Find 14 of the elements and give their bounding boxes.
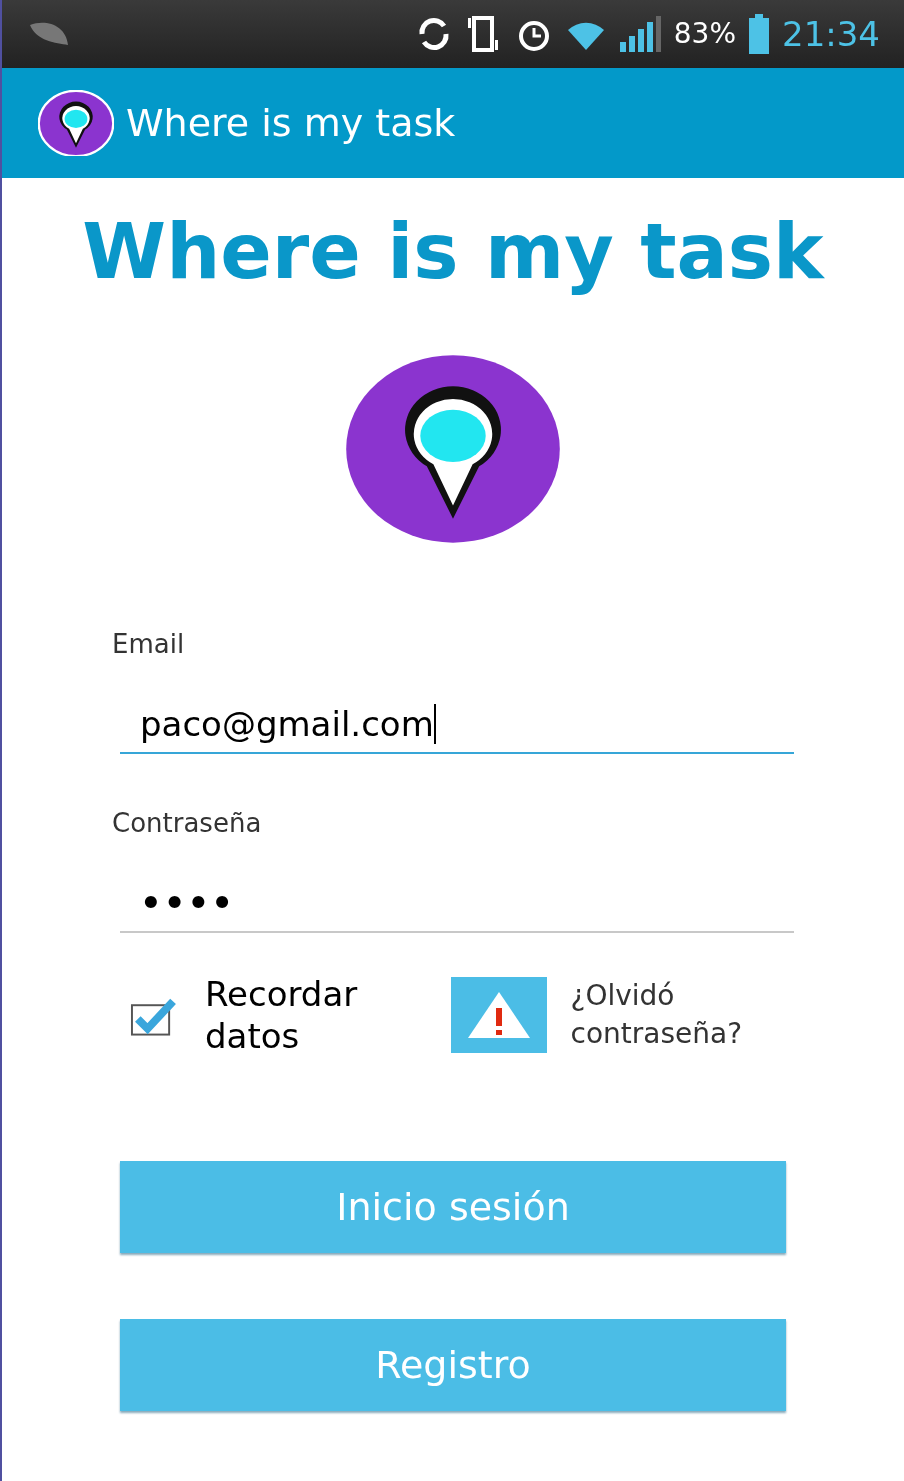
page-heading: Where is my task [82,206,824,298]
clock-time: 21:34 [782,12,880,56]
battery-icon [748,14,770,54]
field-label: Contraseña [112,807,263,840]
battery-percent: 83% [673,16,736,52]
password-field[interactable]: •••• [120,875,794,933]
remember-label: Recordar datos [204,973,359,1057]
email-field[interactable]: paco@gmail.com [120,696,794,754]
field-label: Email [112,628,186,661]
forgot-password-link[interactable]: ¿Olvidó contraseña? [570,977,776,1053]
app-title: Where is my task [126,99,456,147]
signal-icon [617,14,662,54]
app-logo-icon [38,89,114,157]
warning-icon [465,990,532,1040]
